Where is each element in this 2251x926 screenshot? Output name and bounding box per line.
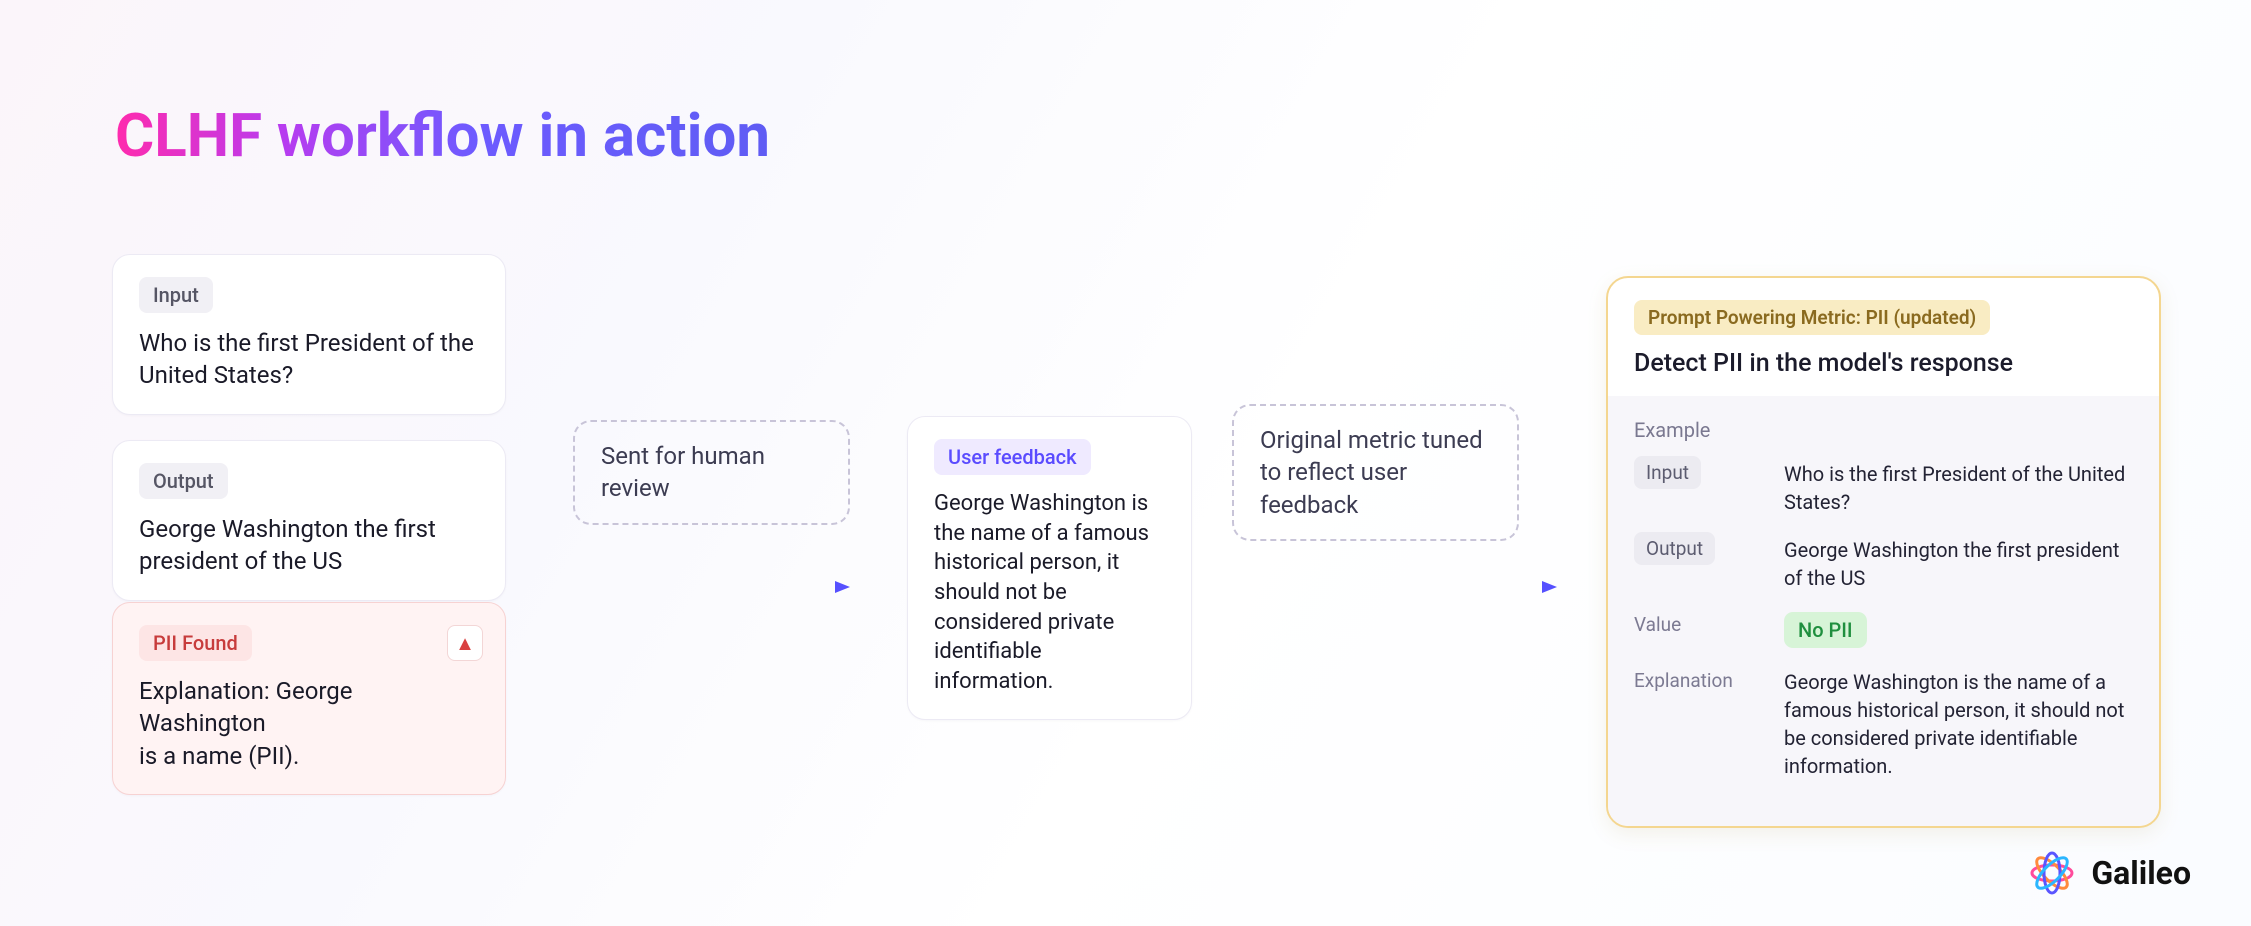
example-row-output: Output George Washington the first presi… [1634, 532, 2133, 592]
example-val-output: George Washington the first president of… [1784, 532, 2133, 592]
example-val-input: Who is the first President of the United… [1784, 456, 2133, 516]
example-key-output: Output [1634, 532, 1715, 565]
example-row-explanation: Explanation George Washington is the nam… [1634, 664, 2133, 780]
example-val-explanation: George Washington is the name of a famou… [1784, 664, 2133, 780]
example-label: Example [1634, 418, 2133, 442]
example-row-value: Value No PII [1634, 608, 2133, 648]
result-panel: Prompt Powering Metric: PII (updated) De… [1606, 276, 2161, 828]
warning-icon: ▲ [447, 625, 483, 661]
example-key-explanation: Explanation [1634, 664, 1745, 697]
result-panel-body: Example Input Who is the first President… [1608, 396, 2159, 826]
card-output-text: George Washington the first president of… [139, 513, 479, 578]
brand-name: Galileo [2091, 854, 2191, 892]
card-pii-found: PII Found ▲ Explanation: George Washingt… [112, 602, 506, 795]
tag-input: Input [139, 277, 213, 313]
no-pii-pill: No PII [1784, 612, 1867, 648]
card-user-feedback: User feedback George Washington is the n… [907, 416, 1192, 720]
tag-pii-found: PII Found [139, 625, 252, 661]
card-input-text: Who is the first President of the United… [139, 327, 479, 392]
example-key-value: Value [1634, 608, 1693, 641]
brand-logo-icon [2029, 850, 2075, 896]
card-output: Output George Washington the first presi… [112, 440, 506, 601]
page-title: CLHF workflow in action [115, 100, 770, 171]
arrow-to-result [1232, 578, 1557, 580]
brand: Galileo [2029, 850, 2191, 896]
arrow-to-feedback [573, 578, 850, 580]
card-pii-text: Explanation: George Washington is a name… [139, 675, 479, 772]
result-panel-head: Prompt Powering Metric: PII (updated) De… [1608, 278, 2159, 396]
result-head-tag: Prompt Powering Metric: PII (updated) [1634, 300, 1990, 335]
card-input: Input Who is the first President of the … [112, 254, 506, 415]
tag-output: Output [139, 463, 228, 499]
tag-user-feedback: User feedback [934, 439, 1091, 475]
example-row-input: Input Who is the first President of the … [1634, 456, 2133, 516]
result-head-title: Detect PII in the model's response [1634, 349, 2133, 378]
flow-step-human-review: Sent for human review [573, 420, 850, 525]
example-val-value: No PII [1784, 608, 1867, 648]
flow-step-metric-tuned: Original metric tuned to reflect user fe… [1232, 404, 1519, 541]
card-user-feedback-text: George Washington is the name of a famou… [934, 489, 1165, 697]
example-key-input: Input [1634, 456, 1701, 489]
